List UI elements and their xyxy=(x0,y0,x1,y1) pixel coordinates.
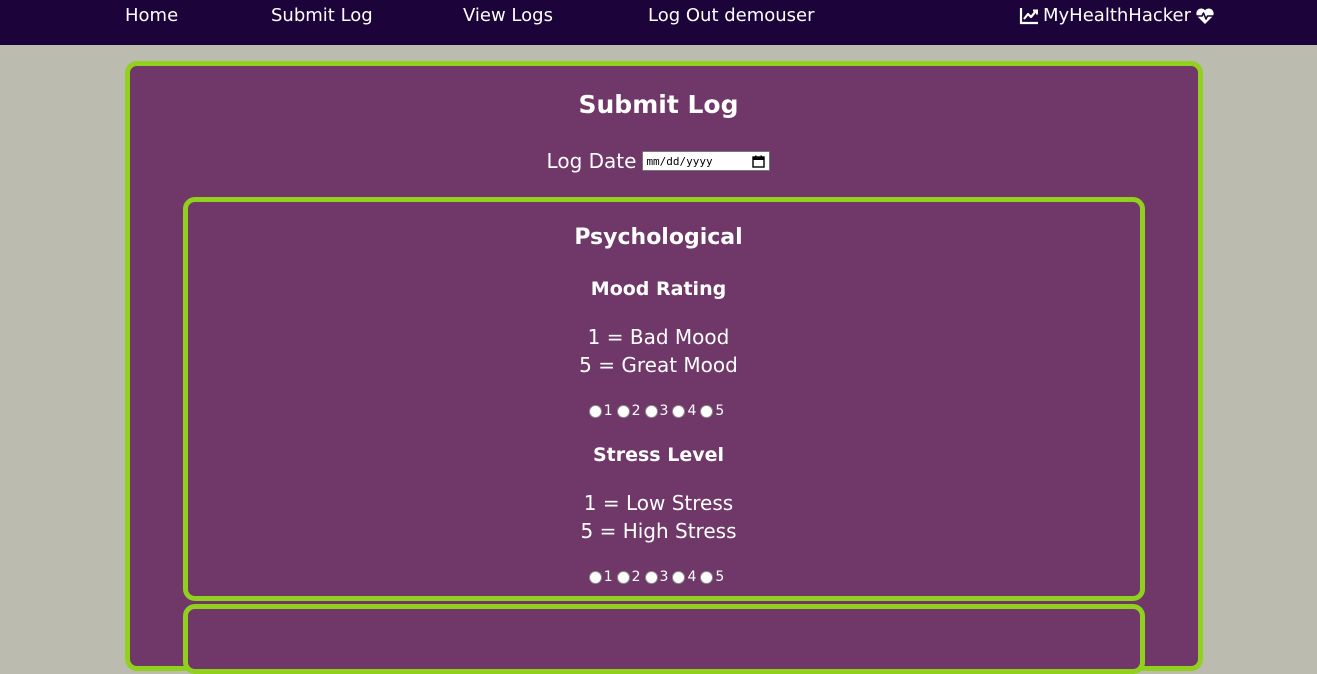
log-date-row: Log Date mm/dd/yyyy xyxy=(0,148,1317,174)
log-date-placeholder: mm/dd/yyyy xyxy=(646,154,713,168)
stress-radio-label: 1 xyxy=(603,569,613,585)
stress-radio-1[interactable] xyxy=(588,570,602,584)
nav-view-logs-link[interactable]: View Logs xyxy=(463,5,553,27)
mood-radio-label: 3 xyxy=(659,403,669,419)
stress-scale-low: 1 = Low Stress xyxy=(583,491,734,515)
heartbeat-icon xyxy=(1196,8,1214,24)
stress-radio-2[interactable] xyxy=(616,570,630,584)
mood-radio-label: 1 xyxy=(603,403,613,419)
mood-scale-low: 1 = Bad Mood xyxy=(587,325,730,349)
mood-radio-label: 2 xyxy=(631,403,641,419)
chart-line-icon xyxy=(1019,8,1038,25)
mood-radio-label: 5 xyxy=(715,403,725,419)
stress-radio-label: 2 xyxy=(631,569,641,585)
log-date-label: Log Date xyxy=(546,149,637,173)
nav-home-link[interactable]: Home xyxy=(125,5,178,27)
stress-radio-5[interactable] xyxy=(700,570,714,584)
mood-radio-5[interactable] xyxy=(700,404,714,418)
brand-logo[interactable]: MyHealthHacker xyxy=(1019,5,1215,27)
log-date-input[interactable]: mm/dd/yyyy xyxy=(642,151,771,171)
mood-scale-high: 5 = Great Mood xyxy=(579,353,738,377)
mood-radio-2[interactable] xyxy=(616,404,630,418)
mood-radio-label: 4 xyxy=(687,403,697,419)
mood-radio-3[interactable] xyxy=(644,404,658,418)
mood-radio-4[interactable] xyxy=(672,404,686,418)
nav-submit-log-link[interactable]: Submit Log xyxy=(271,5,373,27)
stress-scale-high: 5 = High Stress xyxy=(580,519,737,543)
stress-radio-label: 4 xyxy=(687,569,697,585)
psychological-title: Psychological xyxy=(574,225,743,250)
stress-radio-label: 5 xyxy=(715,569,725,585)
brand-name: MyHealthHacker xyxy=(1043,5,1192,26)
stress-level-title: Stress Level xyxy=(592,444,725,466)
stress-radio-4[interactable] xyxy=(672,570,686,584)
stress-radio-group: 1 2 3 4 5 xyxy=(0,569,1317,585)
nav-logout-link[interactable]: Log Out demouser xyxy=(648,5,815,27)
calendar-icon[interactable] xyxy=(752,155,766,168)
top-navbar: Home Submit Log View Logs Log Out demous… xyxy=(0,0,1317,45)
mood-radio-1[interactable] xyxy=(588,404,602,418)
stress-radio-3[interactable] xyxy=(644,570,658,584)
mood-rating-title: Mood Rating xyxy=(590,278,727,300)
page-title: Submit Log xyxy=(578,90,739,119)
mood-radio-group: 1 2 3 4 5 xyxy=(0,403,1317,419)
stress-radio-label: 3 xyxy=(659,569,669,585)
